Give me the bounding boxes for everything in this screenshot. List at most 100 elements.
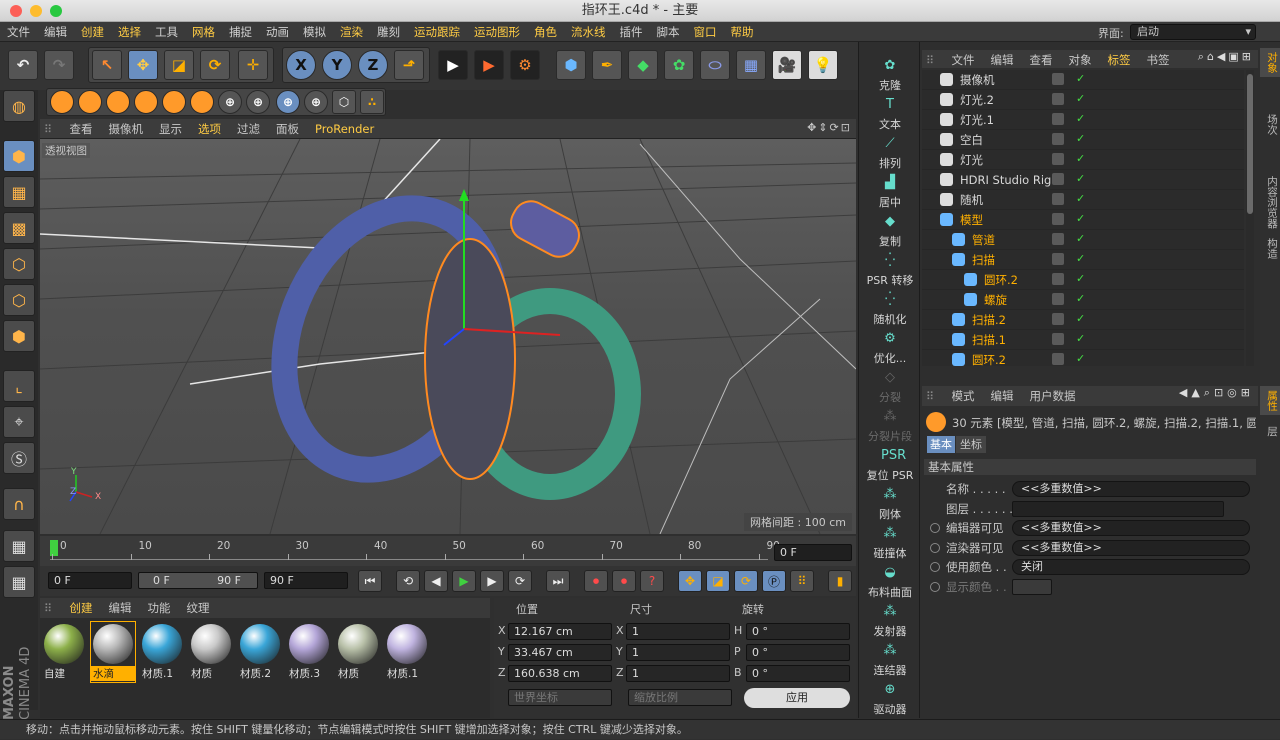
material-swatch[interactable]: 材质.3 <box>287 622 331 682</box>
command-button[interactable]: PSR 复位 PSR <box>859 448 921 483</box>
floor-environment-icon[interactable]: ▦ <box>736 50 766 80</box>
enabled-check-icon[interactable]: ✓ <box>1076 312 1085 325</box>
command-button[interactable]: ⊕ 驱动器 <box>859 682 921 717</box>
animate-radio-icon[interactable] <box>930 523 940 533</box>
animate-radio-icon[interactable] <box>930 562 940 572</box>
object-row[interactable]: 扫描.1 ✓ <box>922 330 1244 350</box>
attribute-value[interactable] <box>1012 578 1052 595</box>
viewport-menu-item[interactable]: 面板 <box>268 119 307 139</box>
viewport-menu-item[interactable]: 查看 <box>62 119 101 139</box>
drag-handle-icon[interactable]: ⠿ <box>44 123 58 136</box>
coord-field[interactable]: 1 <box>626 665 730 682</box>
side-tab[interactable]: 构造 <box>1260 234 1280 263</box>
material-menu-item[interactable]: 编辑 <box>101 598 140 618</box>
menu-item[interactable]: 脚本 <box>650 22 687 42</box>
quantize-icon[interactable] <box>78 90 102 114</box>
attribute-value[interactable]: <<多重数值>> <box>1012 481 1250 497</box>
z-axis-lock-icon[interactable]: Z <box>358 50 388 80</box>
animate-radio-icon[interactable] <box>930 542 940 553</box>
command-button[interactable]: ⁂ 连结器 <box>859 643 921 678</box>
range-slider[interactable]: 0 F 90 F <box>138 572 258 589</box>
menu-item[interactable]: 创建 <box>74 22 111 42</box>
menu-item[interactable]: 运动跟踪 <box>407 22 467 42</box>
enabled-check-icon[interactable]: ✓ <box>1076 292 1085 305</box>
visibility-toggle[interactable] <box>1052 253 1064 265</box>
key-pla-icon[interactable]: ⠿ <box>790 570 814 592</box>
object-scrollbar[interactable] <box>1246 70 1254 366</box>
visibility-toggle[interactable] <box>1052 173 1064 185</box>
points-edit-icon[interactable]: ⬡ <box>3 248 35 280</box>
layout-select[interactable]: 启动 ▾ <box>1130 24 1256 40</box>
object-row[interactable]: 扫描.2 ✓ <box>922 310 1244 330</box>
object-name[interactable]: 管道 <box>972 230 995 250</box>
object-scroll-thumb[interactable] <box>1247 74 1253 214</box>
object-menu-item[interactable]: 标签 <box>1100 50 1139 70</box>
command-button[interactable]: ⁂ 刚体 <box>859 487 921 522</box>
coord-field[interactable]: 12.167 cm <box>508 623 612 640</box>
object-name[interactable]: 螺旋 <box>984 290 1007 310</box>
visibility-toggle[interactable] <box>1052 153 1064 165</box>
render-to-picture-viewer-icon[interactable]: ▶ <box>474 50 504 80</box>
object-row[interactable]: 灯光.1 ✓ <box>922 110 1244 130</box>
viewport-menu-item[interactable]: 摄像机 <box>101 119 152 139</box>
object-menu-item[interactable]: 对象 <box>1061 50 1100 70</box>
coordinate-system-icon[interactable]: ⬏ <box>394 50 424 80</box>
visibility-toggle[interactable] <box>1052 213 1064 225</box>
shading-lines-icon[interactable]: ⊕ <box>304 90 328 114</box>
object-row[interactable]: 扫描 ✓ <box>922 250 1244 270</box>
enabled-check-icon[interactable]: ✓ <box>1076 232 1085 245</box>
object-menu-item[interactable]: 查看 <box>1022 50 1061 70</box>
command-button[interactable]: ◆ 复制 <box>859 214 921 249</box>
model-mode-icon[interactable]: ⬢ <box>3 140 35 172</box>
command-button[interactable]: ⚙ 优化... <box>859 331 921 366</box>
rotate-tool-icon[interactable]: ⟳ <box>200 50 230 80</box>
scale-tool-icon[interactable]: ◪ <box>164 50 194 80</box>
move-tool-icon[interactable]: ✥ <box>128 50 158 80</box>
start-frame-field[interactable]: 0 F <box>48 572 132 589</box>
object-row[interactable]: 螺旋 ✓ <box>922 290 1244 310</box>
go-to-start-icon[interactable]: ⏮ <box>358 570 382 592</box>
edges-edit-icon[interactable]: ⬡ <box>3 284 35 316</box>
object-row[interactable]: 管道 ✓ <box>922 230 1244 250</box>
menu-item[interactable]: 网格 <box>185 22 222 42</box>
menu-item[interactable]: 工具 <box>148 22 185 42</box>
snap-magnet-icon[interactable]: ∩ <box>3 488 35 520</box>
coord-field[interactable]: 0 ° <box>746 623 850 640</box>
timeline-film-icon[interactable]: ▮ <box>828 570 852 592</box>
object-name[interactable]: 圆环.2 <box>984 270 1018 290</box>
object-row[interactable]: 空白 ✓ <box>922 130 1244 150</box>
zoom-window-button[interactable] <box>50 5 62 17</box>
side-tab[interactable]: 对象 <box>1260 48 1280 77</box>
object-row[interactable]: 模型 ✓ <box>922 210 1244 230</box>
command-button[interactable]: ⁛ PSR 转移 <box>859 253 921 288</box>
snap-icon[interactable] <box>50 90 74 114</box>
go-to-end-icon[interactable]: ⏭ <box>546 570 570 592</box>
tab-basic[interactable]: 基本 <box>927 436 955 453</box>
mograph-cloner-icon[interactable]: ✿ <box>664 50 694 80</box>
play-icon[interactable]: ▶ <box>452 570 476 592</box>
redo-icon[interactable]: ↷ <box>44 50 74 80</box>
drag-handle-icon[interactable]: ⠿ <box>926 390 940 403</box>
coord-field[interactable]: 1 <box>626 644 730 661</box>
attribute-menu-item[interactable]: 模式 <box>944 386 983 406</box>
3d-viewport[interactable]: 透视视图 Y Z X 网格间距 : 100 cm <box>40 139 856 534</box>
select-cursor-icon[interactable]: ↖ <box>92 50 122 80</box>
side-tab[interactable]: 内容浏览器 <box>1260 172 1280 233</box>
material-swatch[interactable]: 材质.1 <box>140 622 184 682</box>
enabled-check-icon[interactable]: ✓ <box>1076 332 1085 345</box>
deformer-icon[interactable]: ⬭ <box>700 50 730 80</box>
menu-item[interactable]: 选择 <box>111 22 148 42</box>
side-tab[interactable]: 场次 <box>1260 110 1280 139</box>
attribute-value[interactable]: <<多重数值>> <box>1012 520 1250 536</box>
enabled-check-icon[interactable]: ✓ <box>1076 272 1085 285</box>
generator-cube-icon[interactable]: ◆ <box>628 50 658 80</box>
visibility-toggle[interactable] <box>1052 193 1064 205</box>
object-name[interactable]: HDRI Studio Rig <box>960 170 1051 190</box>
attribute-nav-icons[interactable]: ◀▲⌕⊡◎⊞ <box>1179 386 1254 400</box>
coord-field[interactable]: 0 ° <box>746 644 850 661</box>
visibility-toggle[interactable] <box>1052 73 1064 85</box>
drag-handle-icon[interactable]: ⠿ <box>926 54 940 67</box>
object-row[interactable]: 随机 ✓ <box>922 190 1244 210</box>
axis-mode-icon[interactable] <box>134 90 158 114</box>
menu-item[interactable]: 捕捉 <box>222 22 259 42</box>
